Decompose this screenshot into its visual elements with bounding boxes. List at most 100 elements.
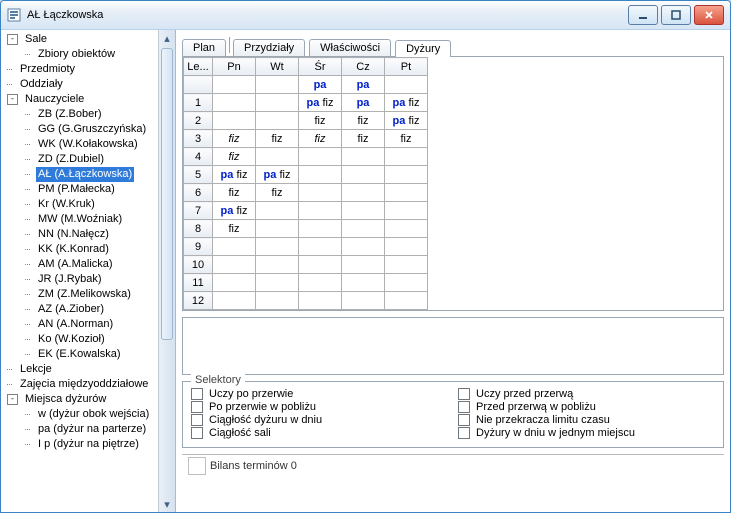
schedule-cell[interactable]: fiz xyxy=(256,130,299,148)
tree-item[interactable]: AN (A.Norman) xyxy=(3,317,158,332)
schedule-cell[interactable]: pa fiz xyxy=(299,94,342,112)
tree-item[interactable]: ZD (Z.Dubiel) xyxy=(3,152,158,167)
schedule-cell[interactable]: fiz xyxy=(213,220,256,238)
schedule-cell[interactable] xyxy=(385,184,428,202)
schedule-cell[interactable] xyxy=(385,256,428,274)
titlebar[interactable]: AŁ Łączkowska xyxy=(1,1,730,30)
schedule-cell[interactable] xyxy=(385,148,428,166)
schedule-cell[interactable] xyxy=(342,202,385,220)
tree-item[interactable]: JR (J.Rybak) xyxy=(3,272,158,287)
schedule-cell[interactable] xyxy=(256,202,299,220)
schedule-cell[interactable] xyxy=(213,94,256,112)
schedule-cell[interactable] xyxy=(299,274,342,292)
collapse-icon[interactable]: - xyxy=(7,34,18,45)
schedule-cell[interactable]: fiz xyxy=(213,148,256,166)
tree-item[interactable]: ZM (Z.Melikowska) xyxy=(3,287,158,302)
tree-item[interactable]: KK (K.Konrad) xyxy=(3,242,158,257)
scroll-thumb[interactable] xyxy=(161,48,173,340)
schedule-cell[interactable]: pa fiz xyxy=(256,166,299,184)
tree-item[interactable]: MW (M.Woźniak) xyxy=(3,212,158,227)
schedule-cell[interactable] xyxy=(213,112,256,130)
schedule-cell[interactable] xyxy=(256,148,299,166)
schedule-cell[interactable] xyxy=(213,256,256,274)
schedule-cell[interactable] xyxy=(342,148,385,166)
tree-item[interactable]: -Miejsca dyżurów xyxy=(3,392,158,407)
tree-item[interactable]: -Nauczyciele xyxy=(3,92,158,107)
notes-area[interactable] xyxy=(182,317,724,375)
schedule-cell[interactable]: pa xyxy=(342,76,385,94)
checkbox-icon[interactable] xyxy=(191,388,203,400)
row-header[interactable]: 2 xyxy=(184,112,213,130)
schedule-cell[interactable] xyxy=(299,220,342,238)
tree-item[interactable]: Zajęcia międzyoddziałowe xyxy=(3,377,158,392)
close-button[interactable] xyxy=(694,5,724,25)
checkbox-icon[interactable] xyxy=(458,427,470,439)
schedule-cell[interactable]: fiz xyxy=(299,112,342,130)
schedule-cell[interactable]: fiz xyxy=(213,184,256,202)
schedule-grid[interactable]: Le...PnWtŚrCzPtpapa1pa fizpapa fiz2fizfi… xyxy=(183,57,428,310)
tree-item[interactable]: Przedmioty xyxy=(3,62,158,77)
row-header[interactable]: 11 xyxy=(184,274,213,292)
schedule-cell[interactable] xyxy=(342,220,385,238)
tree-item[interactable]: Lekcje xyxy=(3,362,158,377)
schedule-cell[interactable] xyxy=(342,184,385,202)
selector-checkbox[interactable]: Dyżury w dniu w jednym miejscu xyxy=(458,427,715,439)
selector-checkbox[interactable]: Nie przekracza limitu czasu xyxy=(458,414,715,426)
schedule-cell[interactable] xyxy=(213,238,256,256)
schedule-cell[interactable]: fiz xyxy=(299,130,342,148)
schedule-cell[interactable] xyxy=(299,184,342,202)
scroll-down-icon[interactable]: ▾ xyxy=(159,496,175,512)
schedule-cell[interactable] xyxy=(256,94,299,112)
tree-item[interactable]: w (dyżur obok wejścia) xyxy=(3,407,158,422)
checkbox-icon[interactable] xyxy=(191,401,203,413)
row-header[interactable] xyxy=(184,76,213,94)
schedule-cell[interactable]: pa fiz xyxy=(385,112,428,130)
schedule-cell[interactable] xyxy=(342,256,385,274)
tree-item[interactable]: Oddziały xyxy=(3,77,158,92)
tree-item[interactable]: NN (N.Nałęcz) xyxy=(3,227,158,242)
row-header[interactable]: 1 xyxy=(184,94,213,112)
schedule-cell[interactable]: fiz xyxy=(385,130,428,148)
schedule-cell[interactable] xyxy=(385,292,428,310)
tree-item[interactable]: Ko (W.Kozioł) xyxy=(3,332,158,347)
schedule-cell[interactable] xyxy=(299,166,342,184)
schedule-cell[interactable] xyxy=(213,292,256,310)
schedule-cell[interactable]: pa xyxy=(299,76,342,94)
collapse-icon[interactable]: - xyxy=(7,94,18,105)
selector-checkbox[interactable]: Uczy przed przerwą xyxy=(458,388,715,400)
schedule-cell[interactable] xyxy=(256,256,299,274)
tab-dyżury[interactable]: Dyżury xyxy=(395,40,451,57)
schedule-cell[interactable] xyxy=(256,112,299,130)
tree-item[interactable]: PM (P.Małecka) xyxy=(3,182,158,197)
schedule-cell[interactable] xyxy=(342,166,385,184)
col-header-day[interactable]: Pt xyxy=(385,58,428,76)
tree-view[interactable]: -SaleZbiory obiektówPrzedmiotyOddziały-N… xyxy=(1,30,158,512)
schedule-cell[interactable] xyxy=(385,220,428,238)
selector-checkbox[interactable]: Przed przerwą w pobliżu xyxy=(458,401,715,413)
row-header[interactable]: 12 xyxy=(184,292,213,310)
row-header[interactable]: 8 xyxy=(184,220,213,238)
tree-item[interactable]: AŁ (A.Łączkowska) xyxy=(3,167,158,182)
tree-item[interactable]: -Sale xyxy=(3,32,158,47)
schedule-cell[interactable] xyxy=(385,202,428,220)
schedule-cell[interactable] xyxy=(299,256,342,274)
schedule-cell[interactable] xyxy=(256,292,299,310)
tree-item[interactable]: AZ (A.Ziober) xyxy=(3,302,158,317)
col-header-day[interactable]: Wt xyxy=(256,58,299,76)
schedule-cell[interactable] xyxy=(213,274,256,292)
selector-checkbox[interactable]: Ciągłość sali xyxy=(191,427,448,439)
schedule-cell[interactable] xyxy=(385,166,428,184)
tree-item[interactable]: GG (G.Gruszczyńska) xyxy=(3,122,158,137)
col-header-day[interactable]: Śr xyxy=(299,58,342,76)
tree-item[interactable]: EK (E.Kowalska) xyxy=(3,347,158,362)
row-header[interactable]: 3 xyxy=(184,130,213,148)
schedule-cell[interactable] xyxy=(342,274,385,292)
schedule-cell[interactable] xyxy=(342,292,385,310)
schedule-cell[interactable] xyxy=(299,238,342,256)
schedule-cell[interactable]: pa xyxy=(342,94,385,112)
schedule-cell[interactable] xyxy=(385,274,428,292)
tree-item[interactable]: WK (W.Kołakowska) xyxy=(3,137,158,152)
tree-item[interactable]: I p (dyżur na piętrze) xyxy=(3,437,158,452)
checkbox-icon[interactable] xyxy=(458,401,470,413)
schedule-cell[interactable]: pa fiz xyxy=(385,94,428,112)
